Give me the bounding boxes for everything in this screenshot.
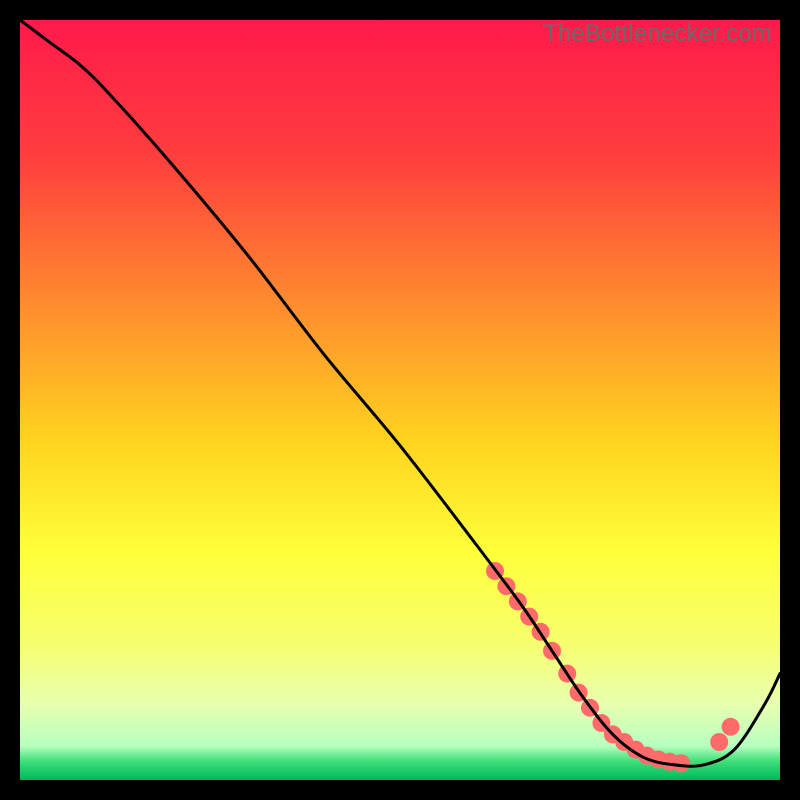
gradient-background	[20, 20, 780, 780]
data-marker	[722, 718, 740, 736]
data-marker	[710, 733, 728, 751]
watermark-text: TheBottlenecker.com	[543, 20, 772, 48]
chart-frame: TheBottlenecker.com	[20, 20, 780, 780]
data-marker	[672, 754, 690, 772]
chart-svg	[20, 20, 780, 780]
